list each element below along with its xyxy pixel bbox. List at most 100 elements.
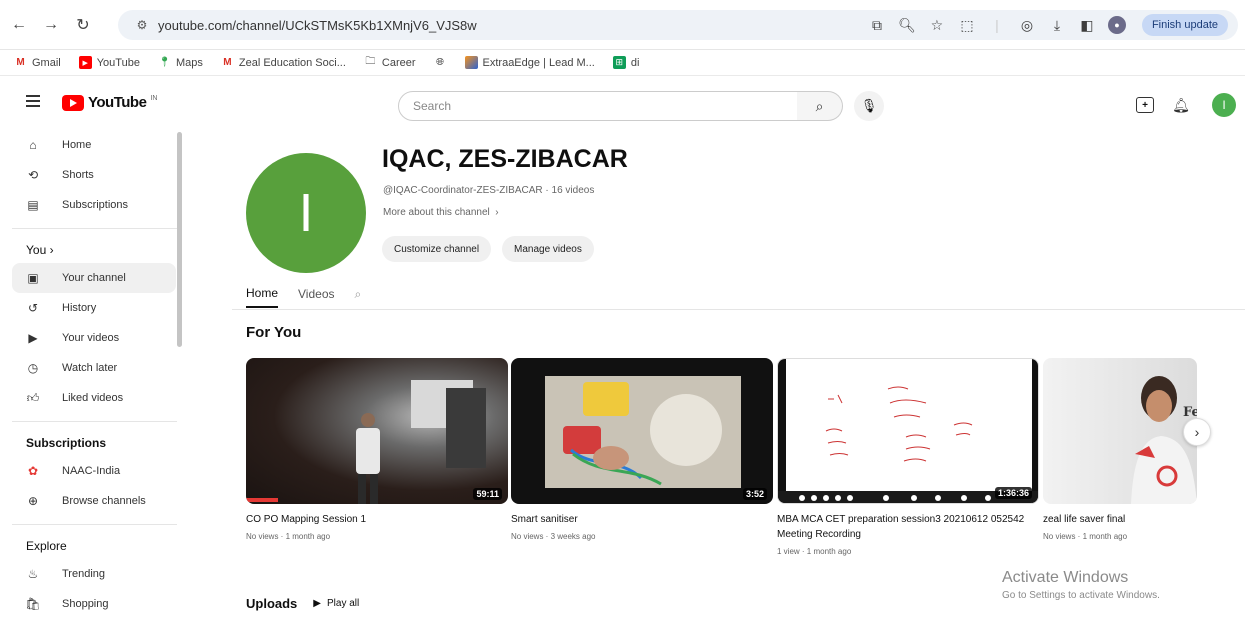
customize-channel-button[interactable]: Customize channel [382,236,492,262]
browser-toolbar: ← → ↻ ⚙ youtube.com/channel/UCkSTMsK5Kb1… [0,0,1245,50]
account-avatar[interactable]: I [1212,93,1236,117]
copilot-icon[interactable]: ◎ [1018,16,1036,34]
sheets-icon: ⊞ [612,56,626,69]
sidebar-item-browse-channels[interactable]: ⊕ Browse channels [12,486,176,516]
reload-icon[interactable]: ↻ [70,12,96,38]
video-duration: 3:52 [742,488,767,500]
video-title[interactable]: CO PO Mapping Session 1 [246,512,508,527]
sidebar-item-label: Liked videos [62,392,124,404]
play-all-button[interactable]: ▶ Play all [313,598,359,609]
search-icon: ⌕ [815,97,824,114]
youtube-logo[interactable]: YouTube IN [62,94,157,111]
install-app-icon[interactable]: ⧉ [868,16,886,34]
channel-search-icon[interactable]: ⌕ [355,280,362,308]
sidebar-item-shorts[interactable]: ⟲ Shorts [12,160,176,190]
for-you-heading: For You [246,324,302,341]
bookmark-di[interactable]: ⊞ di [612,56,640,69]
watch-later-icon: ◷ [27,361,39,375]
video-card[interactable]: 1:36:36 MBA MCA CET preparation session3… [777,358,1039,556]
forward-icon[interactable]: → [38,12,64,38]
bookmark-youtube[interactable]: ▶ YouTube [78,56,140,69]
sidebar-item-liked-videos[interactable]: 👍︎ Liked videos [12,383,176,413]
video-thumbnail[interactable]: 59:11 [246,358,508,504]
bookmark-gmail[interactable]: M Gmail [14,56,61,69]
profile-icon[interactable]: ● [1107,16,1126,34]
sidebar-you-heading[interactable]: You › [0,237,182,263]
more-about-label: More about this channel [383,207,490,218]
divider [12,228,177,229]
video-thumbnail[interactable]: 1:36:36 [777,358,1039,504]
manage-videos-button[interactable]: Manage videos [502,236,594,262]
address-bar[interactable]: ⚙ youtube.com/channel/UCkSTMsK5Kb1XMnjV6… [118,10,1238,40]
bookmark-label: di [630,56,640,69]
your-channel-icon: ▣ [27,271,39,285]
channel-name: IQAC, ZES-ZIBACAR [382,145,628,173]
bookmark-label: Gmail [32,56,61,69]
site-info-icon[interactable]: ⚙ [134,17,150,33]
youtube-icon: ▶ [78,56,92,69]
extensions-icon[interactable]: ⬚ [958,16,976,34]
carousel-next-button[interactable]: › [1183,418,1211,446]
bookmark-career[interactable]: 🗀 Career [364,56,415,69]
sidebar-item-label: Shorts [62,169,94,181]
download-icon[interactable]: ⤓ [1048,16,1066,34]
liked-icon: 👍︎ [26,390,40,405]
video-card[interactable]: 59:11 CO PO Mapping Session 1 No views ·… [246,358,508,541]
divider [12,421,177,422]
sidebar-item-history[interactable]: ↺ History [12,293,176,323]
play-all-label: Play all [327,598,360,609]
bookmark-maps[interactable]: 📍︎ Maps [158,56,203,69]
sidepanel-icon[interactable]: ◧ [1078,16,1096,34]
bookmark-zeal[interactable]: M Zeal Education Soci... [221,56,346,69]
notifications-icon[interactable]: 🔔︎ [1172,95,1190,115]
more-about-channel-link[interactable]: More about this channel › [383,207,499,218]
sidebar-item-label: Your videos [62,332,120,344]
back-icon[interactable]: ← [6,12,32,38]
logo-region: IN [150,95,158,102]
finish-update-button[interactable]: Finish update [1141,14,1228,36]
create-button[interactable]: + [1136,97,1154,113]
naac-icon: ✿ [27,464,39,478]
tab-videos[interactable]: Videos [298,280,334,308]
video-thumbnail[interactable]: Fe [1043,358,1197,504]
you-heading-label: You [26,243,47,257]
menu-icon[interactable] [26,95,40,107]
your-videos-icon: ▶ [28,331,38,345]
thumbnail-art [545,376,741,488]
video-title[interactable]: zeal life saver final [1043,512,1197,527]
sidebar-item-subscriptions[interactable]: ▤ Subscriptions [12,190,176,220]
video-title[interactable]: MBA MCA CET preparation session3 2021061… [777,512,1039,542]
sidebar-item-shopping[interactable]: 🛍︎ Shopping [12,589,176,619]
video-thumbnail[interactable]: 3:52 [511,358,773,504]
sidebar-item-watch-later[interactable]: ◷ Watch later [12,353,176,383]
sidebar-item-your-channel[interactable]: ▣ Your channel [12,263,176,293]
sidebar-scrollbar[interactable] [177,132,182,347]
voice-search-button[interactable]: 🎙︎ [854,91,884,121]
bookmark-globe[interactable]: 🌐︎ [434,56,447,69]
sidebar-item-home[interactable]: ⌂ Home [12,130,176,160]
sidebar-item-label: Your channel [62,272,126,284]
mic-icon: 🎙︎ [860,98,878,113]
sidebar-item-naac[interactable]: ✿ NAAC-India [12,456,176,486]
url-text[interactable]: youtube.com/channel/UCkSTMsK5Kb1XMnjV6_V… [158,18,477,33]
sidebar-item-label: NAAC-India [62,465,121,477]
video-title[interactable]: Smart sanitiser [511,512,773,527]
bookmark-star-icon[interactable]: ☆ [928,16,946,34]
maps-icon: 📍︎ [158,57,171,68]
video-card[interactable]: 3:52 Smart sanitiser No views · 3 weeks … [511,358,773,541]
video-card[interactable]: Fe zeal life saver final No views · 1 mo… [1043,358,1197,541]
bookmark-label: Zeal Education Soci... [238,56,346,69]
zoom-icon[interactable]: 🔍︎ [898,16,916,34]
sidebar-item-your-videos[interactable]: ▶ Your videos [12,323,176,353]
tabs-divider [232,309,1245,310]
gmail-icon: M [223,57,232,68]
bookmark-extraaedge[interactable]: ExtraaEdge | Lead M... [464,56,595,69]
bookmark-label: Maps [175,56,203,69]
tab-home[interactable]: Home [246,280,279,308]
sidebar-item-label: Home [62,139,92,151]
browse-icon: ⊕ [27,494,39,508]
uploads-heading: Uploads [246,596,298,611]
sidebar-item-trending[interactable]: ♨ Trending [12,559,176,589]
search-input[interactable]: Search [398,91,798,121]
search-button[interactable]: ⌕ [797,91,843,121]
